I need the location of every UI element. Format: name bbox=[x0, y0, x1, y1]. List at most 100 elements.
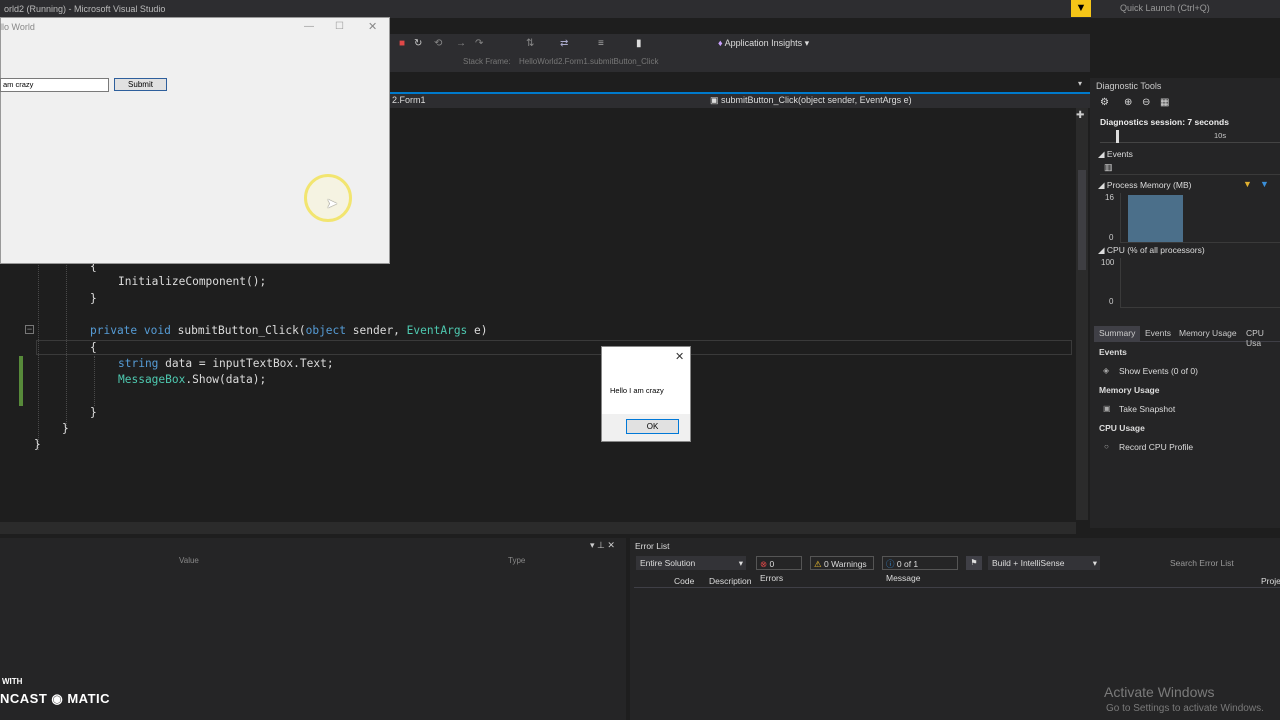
locals-value-column[interactable]: Value bbox=[179, 556, 199, 565]
code-line: MessageBox.Show(data); bbox=[118, 373, 266, 386]
type-dropdown[interactable]: 2.Form1 bbox=[392, 95, 426, 105]
warnings-count: 0 Warnings bbox=[824, 559, 867, 569]
step-into-icon[interactable]: → bbox=[456, 38, 466, 49]
build-dropdown[interactable]: Build + IntelliSense ▾ bbox=[988, 556, 1100, 570]
locals-type-column[interactable]: Type bbox=[508, 556, 525, 565]
editor-horizontal-scrollbar[interactable] bbox=[0, 522, 1076, 534]
current-line-highlight bbox=[36, 340, 1072, 355]
memory-section-header[interactable]: ◢ Process Memory (MB) bbox=[1098, 180, 1191, 191]
error-icon: ⊗ bbox=[760, 559, 768, 569]
errors-filter-button[interactable]: ⊗ 0 Errors bbox=[756, 556, 802, 583]
tab-memory-usage[interactable]: Memory Usage bbox=[1179, 328, 1237, 338]
lightbulb-icon: ♦ bbox=[718, 38, 723, 48]
search-error-list-input[interactable]: Search Error List bbox=[1170, 558, 1234, 568]
tab-events[interactable]: Events bbox=[1145, 328, 1171, 338]
snapshot-marker-icon: ▼ bbox=[1260, 179, 1269, 189]
step-over-icon[interactable]: ↷ bbox=[475, 38, 483, 49]
panel-title: Diagnostic Tools bbox=[1096, 81, 1162, 91]
watermark-with: WITH bbox=[2, 677, 23, 686]
window-title: orld2 (Running) - Microsoft Visual Studi… bbox=[4, 4, 166, 14]
column-project[interactable]: Proje bbox=[1261, 576, 1280, 586]
error-list-title: Error List bbox=[635, 541, 670, 551]
zoom-in-icon[interactable]: ⊕ bbox=[1124, 97, 1132, 108]
method-name: submitButton_Click( bbox=[177, 324, 306, 337]
code-line: } bbox=[34, 438, 41, 451]
tab-summary[interactable]: Summary bbox=[1099, 328, 1135, 338]
memory-axis-max: 16 bbox=[1105, 193, 1114, 202]
chevron-down-icon: ▾ bbox=[738, 558, 743, 568]
show-next-statement-icon[interactable]: ⟲ bbox=[434, 38, 442, 49]
cpu-section-header[interactable]: ◢ CPU (% of all processors) bbox=[1098, 245, 1205, 256]
zoom-out-icon[interactable]: ⊖ bbox=[1142, 97, 1150, 108]
hello-world-form-window bbox=[0, 17, 390, 264]
pause-icon[interactable]: ▥ bbox=[1104, 162, 1113, 173]
restart-icon[interactable]: ↻ bbox=[414, 38, 422, 49]
show-events-icon: ◈ bbox=[1103, 366, 1110, 375]
stop-icon[interactable]: ■ bbox=[399, 38, 405, 49]
diagnostics-session: Diagnostics session: 7 seconds bbox=[1100, 117, 1229, 127]
panel-controls[interactable]: ▾ ⊥ ✕ bbox=[590, 540, 615, 551]
change-tracking-bar bbox=[19, 356, 23, 406]
record-cpu-profile-button[interactable]: Record CPU Profile bbox=[1119, 442, 1193, 452]
screencast-watermark: NCAST ◉ MATIC bbox=[0, 691, 111, 706]
application-insights-button[interactable]: ♦ Application Insights ▾ bbox=[718, 38, 809, 49]
split-editor-icon[interactable]: ✚ bbox=[1076, 110, 1084, 121]
scope-dropdown[interactable]: Entire Solution ▾ bbox=[636, 556, 746, 570]
tab-cpu-usage[interactable]: CPU Usa bbox=[1246, 328, 1280, 348]
quick-launch-input[interactable]: Quick Launch (Ctrl+Q) bbox=[1098, 0, 1266, 16]
timeline-marker bbox=[1116, 130, 1119, 143]
memory-axis-min: 0 bbox=[1109, 233, 1114, 242]
code-line: string data = inputTextBox.Text; bbox=[118, 357, 334, 370]
scrollbar-thumb[interactable] bbox=[1078, 170, 1086, 270]
stack-frame-dropdown[interactable]: HelloWorld2.Form1.submitButton_Click bbox=[519, 57, 658, 66]
warning-icon: ⚠ bbox=[814, 559, 822, 569]
select-tools-icon[interactable]: ▦ bbox=[1160, 97, 1169, 108]
ok-button[interactable]: OK bbox=[626, 419, 679, 434]
show-events-link[interactable]: Show Events (0 of 0) bbox=[1119, 366, 1198, 376]
notification-flag-icon[interactable]: ▼ bbox=[1071, 0, 1091, 17]
settings-icon[interactable]: ⚙ bbox=[1100, 97, 1109, 108]
input-text-box[interactable]: am crazy bbox=[0, 78, 109, 92]
column-code[interactable]: Code bbox=[674, 576, 694, 586]
code-line: InitializeComponent(); bbox=[118, 275, 267, 288]
cpu-axis-max: 100 bbox=[1101, 258, 1115, 267]
submit-button[interactable]: Submit bbox=[114, 78, 167, 91]
cpu-axis-min: 0 bbox=[1109, 297, 1114, 306]
cpu-chart bbox=[1120, 258, 1280, 308]
member-dropdown[interactable]: ▣ submitButton_Click(object sender, Even… bbox=[710, 95, 912, 106]
keyword: void bbox=[143, 324, 171, 337]
column-description[interactable]: Description bbox=[709, 576, 752, 586]
thread-icon[interactable]: ⇄ bbox=[560, 38, 568, 49]
type-name: EventArgs bbox=[406, 324, 468, 337]
warnings-filter-button[interactable]: ⚠ 0 Warnings bbox=[810, 556, 874, 570]
mouse-pointer-icon: ➤ bbox=[326, 195, 338, 211]
indent-guide bbox=[38, 265, 39, 450]
take-snapshot-button[interactable]: Take Snapshot bbox=[1119, 404, 1175, 414]
scope-value: Entire Solution bbox=[640, 558, 696, 568]
filter-icon[interactable]: ⚑ bbox=[966, 556, 982, 570]
maximize-icon[interactable]: ☐ bbox=[335, 21, 344, 32]
code-line: } bbox=[62, 422, 69, 435]
events-track bbox=[1100, 161, 1280, 175]
indent-guide bbox=[66, 265, 67, 430]
bookmark-icon[interactable]: ▮ bbox=[636, 38, 642, 49]
messages-filter-button[interactable]: ⓘ 0 of 1 Message bbox=[882, 556, 958, 583]
collapse-icon[interactable]: − bbox=[25, 325, 34, 334]
indent-guide bbox=[94, 356, 95, 406]
pin-icon[interactable]: ▾ bbox=[1078, 79, 1082, 88]
activate-windows-title: Activate Windows bbox=[1104, 684, 1215, 700]
code-line: private void submitButton_Click(object s… bbox=[90, 324, 488, 337]
minimize-icon[interactable]: — bbox=[304, 21, 314, 32]
type-name: MessageBox bbox=[118, 373, 186, 386]
events-section-header[interactable]: ◢ Events bbox=[1098, 149, 1133, 160]
activate-windows-subtitle: Go to Settings to activate Windows. bbox=[1106, 703, 1264, 714]
param: sender, bbox=[352, 324, 400, 337]
indent-icon[interactable]: ≡ bbox=[598, 38, 604, 49]
close-icon[interactable]: ✕ bbox=[368, 20, 377, 33]
hex-icon[interactable]: ⇅ bbox=[526, 38, 534, 49]
close-icon[interactable]: ✕ bbox=[675, 350, 684, 363]
statement: data = inputTextBox.Text; bbox=[165, 357, 334, 370]
info-icon: ⓘ bbox=[886, 559, 895, 569]
chevron-down-icon: ▾ bbox=[1092, 558, 1097, 568]
timeline-ruler[interactable] bbox=[1100, 128, 1280, 143]
